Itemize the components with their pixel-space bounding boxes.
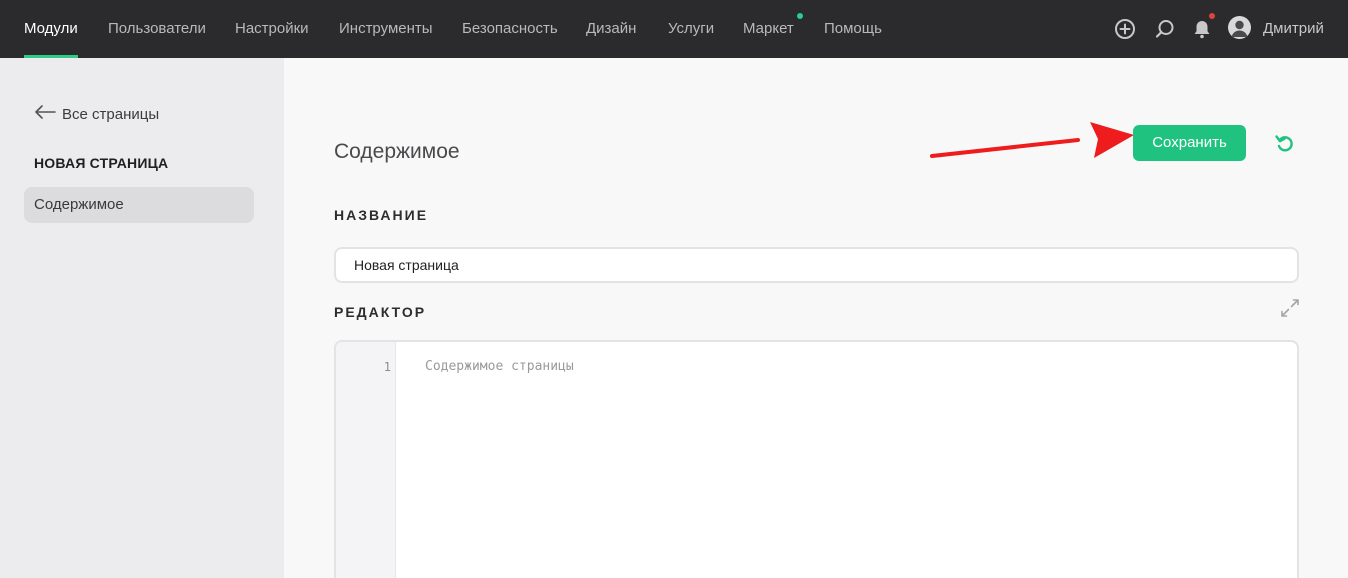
name-field-label: НАЗВАНИЕ xyxy=(334,207,429,223)
user-name[interactable]: Дмитрий xyxy=(1263,0,1324,57)
reset-icon[interactable] xyxy=(1274,132,1296,154)
avatar[interactable] xyxy=(1228,16,1251,39)
nav-item-services[interactable]: Услуги xyxy=(668,0,714,58)
back-to-all-pages-link[interactable]: Все страницы xyxy=(34,104,159,126)
line-number: 1 xyxy=(383,360,391,374)
top-navigation-bar: Модули Пользователи Настройки Инструмент… xyxy=(0,0,1348,58)
plus-circle-icon[interactable] xyxy=(1113,17,1137,41)
code-editor[interactable]: 1 Содержимое страницы xyxy=(334,340,1299,578)
editor-placeholder[interactable]: Содержимое страницы xyxy=(425,359,574,374)
sidebar-item-content[interactable]: Содержимое xyxy=(24,187,254,223)
page-name-input[interactable] xyxy=(334,247,1299,283)
back-link-label: Все страницы xyxy=(62,106,160,123)
nav-item-market[interactable]: Маркет xyxy=(743,0,794,58)
section-title: Содержимое xyxy=(334,140,460,163)
editor-gutter: 1 xyxy=(336,342,396,578)
arrow-left-icon xyxy=(34,104,56,126)
save-button[interactable]: Сохранить xyxy=(1133,125,1246,161)
nav-item-security[interactable]: Безопасность xyxy=(462,0,558,58)
nav-item-help[interactable]: Помощь xyxy=(824,0,882,58)
expand-icon[interactable] xyxy=(1279,297,1301,319)
sidebar xyxy=(0,58,284,578)
editor-field-label: РЕДАКТОР xyxy=(334,304,427,320)
nav-item-modules[interactable]: Модули xyxy=(24,0,78,58)
nav-item-users[interactable]: Пользователи xyxy=(108,0,206,58)
nav-item-design[interactable]: Дизайн xyxy=(586,0,636,58)
nav-item-settings[interactable]: Настройки xyxy=(235,0,309,58)
nav-item-tools[interactable]: Инструменты xyxy=(339,0,433,58)
bell-icon[interactable] xyxy=(1190,17,1214,41)
annotation-arrow-icon xyxy=(930,122,1134,158)
notification-badge xyxy=(1209,13,1215,19)
page-heading: НОВАЯ СТРАНИЦА xyxy=(34,155,169,171)
search-icon[interactable] xyxy=(1153,17,1177,41)
market-new-badge xyxy=(797,13,803,19)
